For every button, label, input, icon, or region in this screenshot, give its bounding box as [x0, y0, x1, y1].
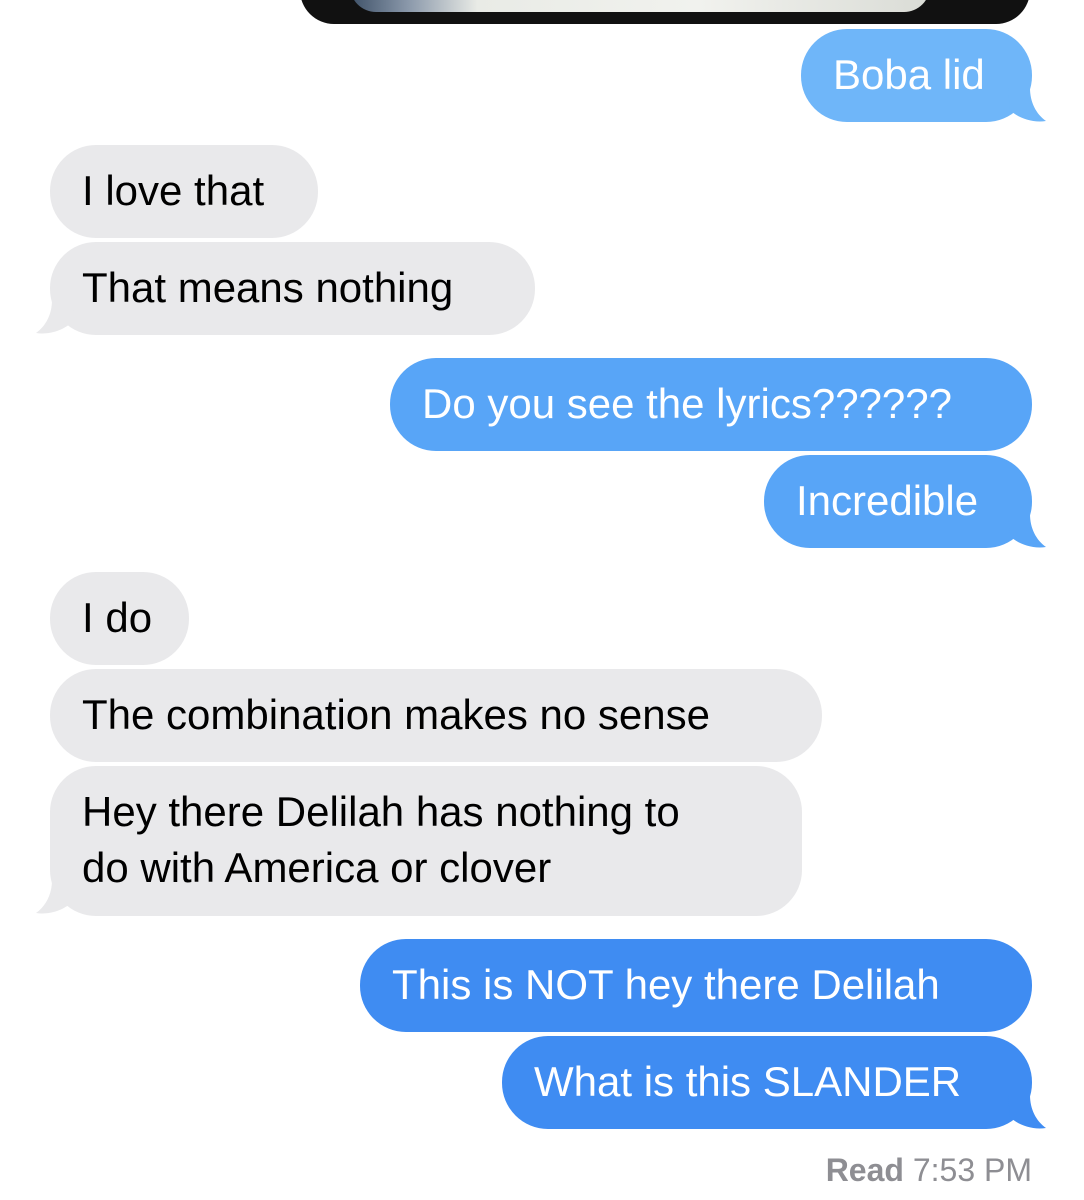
message-text-line: do with America or clover [82, 844, 552, 891]
message-text: What is this SLANDER [534, 1058, 962, 1105]
read-time: 7:53 PM [912, 1152, 1032, 1188]
message-text: I do [82, 594, 153, 641]
sent-message-bubble[interactable]: This is NOT hey there Delilah [360, 939, 1032, 1032]
sent-message-bubble[interactable]: Do you see the lyrics?????? [390, 358, 1032, 451]
received-bubble-tail [34, 300, 74, 336]
received-message-bubble[interactable]: I do [50, 572, 189, 665]
message-text: Incredible [796, 477, 979, 524]
sent-message-bubble[interactable]: Boba lid [801, 29, 1032, 122]
message-text-line: Hey there Delilah has nothing to [82, 788, 680, 835]
message-text: Boba lid [833, 51, 985, 98]
image-attachment[interactable] [300, 0, 1030, 24]
sent-bubble-tail [1008, 1095, 1048, 1131]
received-message-bubble[interactable]: I love that [50, 145, 318, 238]
sent-bubble-tail [1008, 514, 1048, 550]
sent-message-bubble[interactable]: Incredible [764, 455, 1032, 548]
message-text: This is NOT hey there Delilah [392, 961, 940, 1008]
received-message-bubble[interactable]: Hey there Delilah has nothing to do with… [50, 766, 802, 916]
message-text: The combination makes no sense [82, 691, 711, 738]
sent-message-bubble[interactable]: What is this SLANDER [502, 1036, 1032, 1129]
received-message-bubble[interactable]: The combination makes no sense [50, 669, 822, 762]
message-text: That means nothing [82, 264, 454, 311]
read-status: Read [825, 1152, 904, 1188]
received-message-bubble[interactable]: That means nothing [50, 242, 535, 335]
sent-bubble-tail [1008, 88, 1048, 124]
message-text: Do you see the lyrics?????? [422, 380, 952, 427]
message-text: I love that [82, 167, 265, 214]
read-receipt: Read 7:53 PM [826, 1150, 1032, 1190]
attachment-photo [350, 0, 930, 12]
received-bubble-tail [34, 880, 74, 916]
